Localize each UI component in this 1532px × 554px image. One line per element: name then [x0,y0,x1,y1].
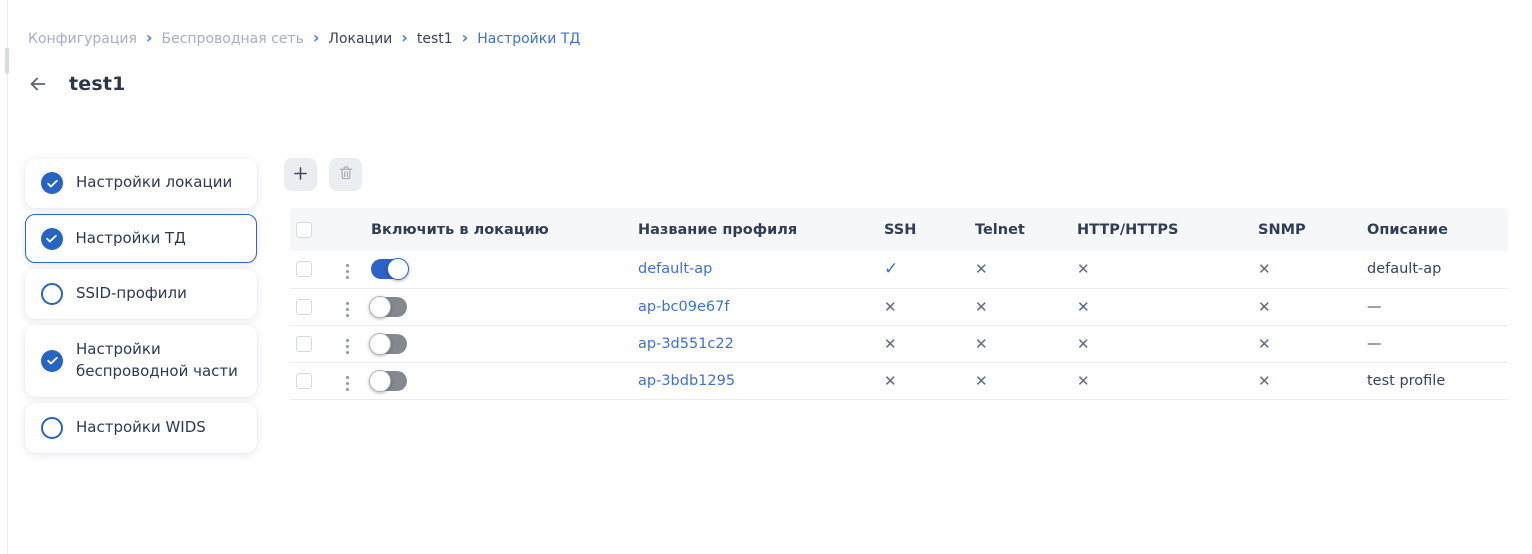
ssh-status-icon: ✓ [884,259,898,279]
profile-name-link[interactable]: ap-bc09e67f [638,299,729,315]
enable-in-location-toggle[interactable] [371,259,407,279]
check-circle-icon [41,228,63,250]
sidebar-item-label: Настройки WIDS [76,417,206,439]
http-https-status-icon: ✕ [1077,372,1090,390]
plus-icon [291,164,310,186]
panel-drag-handle[interactable] [5,48,9,74]
table-header-row: Включить в локацию Название профиля SSH … [290,208,1508,251]
col-header-snmp: SNMP [1255,208,1364,251]
table-row: ap-3bdb1295 ✕ ✕ ✕ ✕ test profile [290,362,1508,399]
table-row: ap-3d551c22 ✕ ✕ ✕ ✕ — [290,325,1508,362]
ap-profiles-table: Включить в локацию Название профиля SSH … [290,208,1508,400]
toggle-knob [387,258,409,280]
sidebar-item-label: Настройки ТД [76,228,186,250]
row-checkbox[interactable] [296,261,312,277]
add-profile-button[interactable] [284,158,317,191]
col-header-description: Описание [1364,208,1508,251]
profile-description: — [1367,336,1382,352]
http-https-status-icon: ✕ [1077,260,1090,278]
sidebar-item-label: Настройки беспроводной части [76,339,241,383]
select-all-checkbox[interactable] [296,222,312,238]
breadcrumb-item[interactable]: Настройки ТД [477,31,580,47]
check-circle-icon [41,350,63,372]
row-menu-kebab-icon[interactable] [340,372,355,395]
row-menu-kebab-icon[interactable] [340,260,355,283]
breadcrumb-separator-icon: › [313,30,320,46]
breadcrumb-item[interactable]: test1 [417,31,453,47]
telnet-status-icon: ✕ [975,260,988,278]
sidebar-item-0[interactable]: Настройки локации [25,158,257,208]
breadcrumb-item[interactable]: Локации [328,31,392,47]
col-header-profile-name: Название профиля [635,208,881,251]
enable-in-location-toggle[interactable] [371,334,407,354]
trash-icon [337,164,355,185]
telnet-status-icon: ✕ [975,298,988,316]
table-row: default-ap ✓ ✕ ✕ ✕ default-ap [290,251,1508,288]
http-https-status-icon: ✕ [1077,335,1090,353]
profile-description: — [1367,299,1382,315]
snmp-status-icon: ✕ [1258,372,1271,390]
row-checkbox[interactable] [296,336,312,352]
table-toolbar [284,158,362,191]
breadcrumb-separator-icon: › [401,30,408,46]
toggle-knob [369,370,391,392]
col-header-telnet: Telnet [972,208,1074,251]
profile-name-link[interactable]: ap-3bdb1295 [638,373,735,389]
profile-name-link[interactable]: ap-3d551c22 [638,336,734,352]
ap-settings-page: Конфигурация › Беспроводная сеть › Локации › t… [0,0,1532,554]
enable-in-location-toggle[interactable] [371,371,407,391]
profile-name-link[interactable]: default-ap [638,261,712,277]
ssh-status-icon: ✕ [884,298,897,316]
col-header-enable: Включить в локацию [362,208,635,251]
breadcrumb: Конфигурация › Беспроводная сеть › Локации › t… [28,31,580,47]
row-menu-kebab-icon[interactable] [340,298,355,321]
toggle-knob [369,296,391,318]
profile-description: test profile [1367,373,1445,389]
page-title: test1 [69,73,126,95]
row-menu-kebab-icon[interactable] [340,335,355,358]
back-arrow-icon[interactable] [26,72,50,96]
check-circle-icon [41,283,63,305]
col-header-ssh: SSH [881,208,972,251]
ssh-status-icon: ✕ [884,372,897,390]
toggle-knob [369,333,391,355]
sidebar-item-label: Настройки локации [76,172,232,194]
snmp-status-icon: ✕ [1258,298,1271,316]
ssh-status-icon: ✕ [884,335,897,353]
delete-profile-button[interactable] [329,158,362,191]
http-https-status-icon: ✕ [1077,298,1090,316]
snmp-status-icon: ✕ [1258,335,1271,353]
sidebar-item-3[interactable]: Настройки беспроводной части [25,325,257,397]
left-panel-edge [7,0,8,554]
breadcrumb-item[interactable]: Беспроводная сеть [161,31,303,47]
col-header-actions [332,208,362,251]
sidebar-item-4[interactable]: Настройки WIDS [25,403,257,453]
sidebar-item-label: SSID-профили [76,283,187,305]
col-header-http-https: HTTP/HTTPS [1074,208,1255,251]
enable-in-location-toggle[interactable] [371,297,407,317]
profile-description: default-ap [1367,261,1441,277]
row-checkbox[interactable] [296,299,312,315]
check-circle-icon [41,417,63,439]
breadcrumb-item[interactable]: Конфигурация [28,31,137,47]
breadcrumb-separator-icon: › [462,30,469,46]
telnet-status-icon: ✕ [975,372,988,390]
snmp-status-icon: ✕ [1258,260,1271,278]
row-checkbox[interactable] [296,373,312,389]
telnet-status-icon: ✕ [975,335,988,353]
sidebar-item-2[interactable]: SSID-профили [25,269,257,319]
settings-step-sidebar: Настройки локации Настройки ТД SSID-проф… [25,158,257,459]
breadcrumb-separator-icon: › [146,30,153,46]
table-row: ap-bc09e67f ✕ ✕ ✕ ✕ — [290,288,1508,325]
check-circle-icon [41,172,63,194]
sidebar-item-1[interactable]: Настройки ТД [25,214,257,263]
